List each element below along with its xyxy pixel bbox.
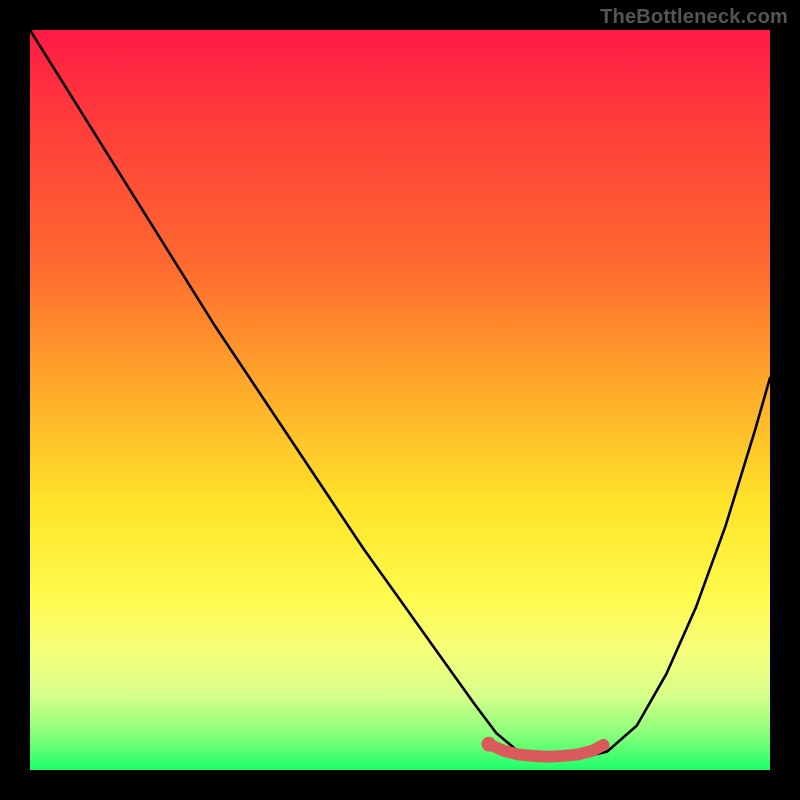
chart-svg: [30, 30, 770, 770]
bottleneck-curve: [30, 30, 770, 759]
plot-area: [30, 30, 770, 770]
watermark-label: TheBottleneck.com: [600, 6, 788, 29]
optimal-marker: [489, 744, 604, 757]
optimal-marker-dot: [481, 737, 496, 752]
chart-container: TheBottleneck.com: [0, 0, 800, 800]
